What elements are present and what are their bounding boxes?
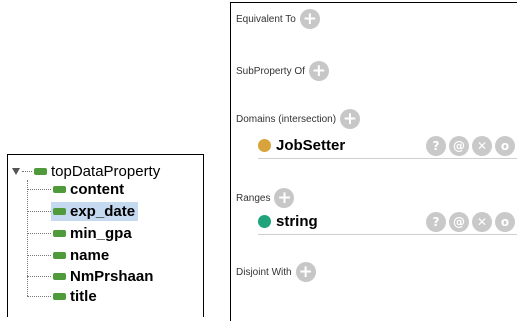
add-disjoint-button[interactable]: + [295, 262, 316, 282]
add-range-button[interactable]: + [274, 188, 295, 208]
data-property-icon [53, 230, 66, 237]
edit-button[interactable]: o [495, 135, 515, 156]
help-button[interactable]: ? [426, 211, 446, 232]
datatype-icon [258, 215, 271, 228]
data-property-icon [53, 252, 66, 259]
tree-node-content[interactable]: content [27, 180, 127, 199]
tree-connector [22, 170, 32, 172]
selection-highlight: exp_date [51, 202, 139, 221]
tree-node-label: min_gpa [70, 225, 132, 242]
data-property-hierarchy-panel: topDataProperty content exp_date min_gpa… [7, 154, 204, 317]
tree-node-label: exp_date [70, 203, 136, 220]
tree-node-nmprshaan[interactable]: NmPrshaan [27, 267, 156, 286]
property-description-panel: Equivalent To + SubProperty Of + Domains… [230, 2, 517, 321]
section-title: Ranges [236, 192, 271, 204]
add-domain-button[interactable]: + [340, 109, 361, 129]
tree-node-label: name [70, 247, 110, 264]
tree-connector [27, 189, 51, 190]
data-property-icon [53, 293, 66, 300]
tree-connector [27, 276, 51, 277]
section-title: SubProperty Of [236, 65, 305, 77]
subproperty-of-section: SubProperty Of + [236, 61, 329, 81]
disjoint-with-section: Disjoint With + [236, 262, 316, 282]
class-icon [258, 139, 271, 152]
tree-node-label: title [70, 288, 97, 305]
tree-node-title[interactable]: title [27, 287, 100, 306]
tree-connector [27, 296, 51, 297]
data-property-icon [34, 167, 47, 175]
tree-node-exp-date[interactable]: exp_date [27, 202, 139, 221]
domain-entry-label: JobSetter [276, 137, 346, 154]
add-equivalent-button[interactable]: + [299, 9, 320, 29]
range-entry-string[interactable]: string ? @ ✕ o [258, 209, 517, 235]
delete-button[interactable]: ✕ [472, 211, 492, 232]
tree-node-label: content [70, 181, 125, 198]
tree-node-label: topDataProperty [51, 162, 161, 180]
add-superproperty-button[interactable]: + [308, 61, 329, 81]
equivalent-to-section: Equivalent To + [236, 9, 320, 29]
domains-section: Domains (intersection) + [236, 109, 361, 129]
edit-button[interactable]: o [495, 211, 515, 232]
annotate-button[interactable]: @ [449, 135, 469, 156]
data-property-icon [53, 208, 66, 215]
ranges-section: Ranges + [236, 188, 295, 208]
data-property-icon [53, 186, 66, 193]
tree-node-min-gpa[interactable]: min_gpa [27, 224, 135, 243]
section-title: Domains (intersection) [236, 113, 337, 125]
tree-node-topdataproperty[interactable]: topDataProperty [12, 162, 161, 180]
expand-triangle-icon[interactable] [12, 167, 20, 175]
data-property-icon [53, 273, 66, 280]
tree-node-name[interactable]: name [27, 246, 112, 265]
tree-connector [27, 233, 51, 234]
tree-node-label: NmPrshaan [70, 268, 154, 285]
annotate-button[interactable]: @ [449, 211, 469, 232]
help-button[interactable]: ? [426, 135, 446, 156]
range-entry-label: string [276, 213, 318, 230]
tree-connector [27, 255, 51, 256]
tree-connector [27, 211, 51, 212]
delete-button[interactable]: ✕ [472, 135, 492, 156]
section-title: Equivalent To [236, 13, 296, 25]
section-title: Disjoint With [236, 266, 292, 278]
domain-entry-jobsetter[interactable]: JobSetter ? @ ✕ o [258, 133, 517, 159]
